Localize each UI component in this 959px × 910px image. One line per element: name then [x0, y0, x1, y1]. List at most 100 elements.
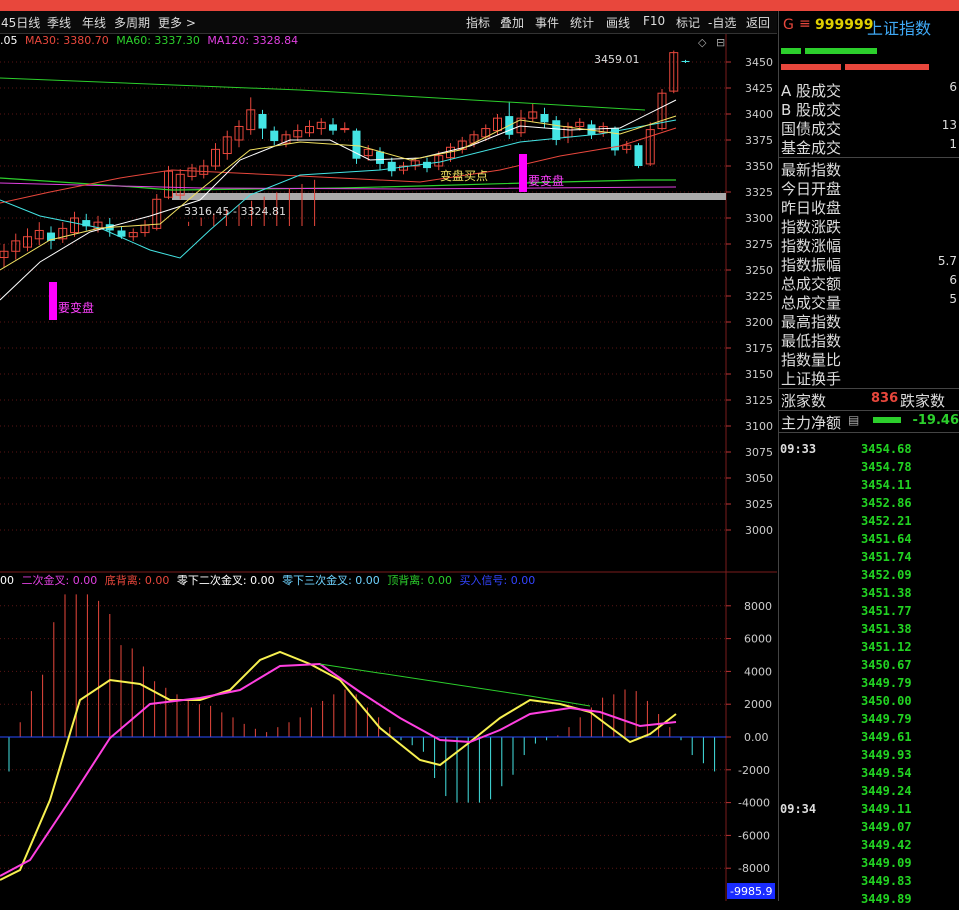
- candle-body: [423, 161, 431, 169]
- toolbar-back[interactable]: 返回: [746, 14, 770, 31]
- quote-title: G ≡ 999999 上证指数: [779, 15, 959, 38]
- price-tick-label: 3250: [745, 264, 773, 277]
- volume-bar-red-b: [845, 64, 929, 70]
- indicator-tick-label: -8000: [738, 862, 770, 875]
- candle-body: [376, 151, 384, 164]
- tick-row: 3450.67: [779, 658, 959, 676]
- row-prev-close: 昨日收盘: [781, 199, 842, 217]
- ma-legend-ma60: MA60: 3337.30: [116, 34, 200, 47]
- ind-legend-0: 00: [0, 574, 14, 587]
- toolbar-f10[interactable]: F10: [643, 14, 665, 28]
- tick-row: 09:34 3449.11: [779, 802, 959, 820]
- tick-row: 3454.78: [779, 460, 959, 478]
- price-tick-label: 3150: [745, 368, 773, 381]
- toolbar-overlay[interactable]: 叠加: [500, 14, 524, 31]
- toolbar-draw[interactable]: 画线: [606, 14, 630, 31]
- row-amplitude: 指数振幅 5.7: [781, 254, 957, 274]
- tick-price: 3451.38: [861, 586, 912, 600]
- price-tick-label: 3075: [745, 446, 773, 459]
- tick-row: 3449.24: [779, 784, 959, 802]
- top-accent-bar: [0, 0, 959, 11]
- price-tick-label: 3450: [745, 56, 773, 69]
- period-more[interactable]: 更多 >: [158, 14, 196, 31]
- tick-row: 3449.07: [779, 820, 959, 838]
- period-quarter[interactable]: 季线: [47, 14, 71, 31]
- toolbar-watchlist[interactable]: -自选: [708, 14, 736, 31]
- indicator-legend: 00 二次金叉: 0.00 底背离: 0.00 零下二次金叉: 0.00 零下三…: [0, 572, 539, 588]
- diamond-icon[interactable]: ◇: [698, 36, 706, 49]
- row-b-share: B 股成交: [781, 101, 842, 119]
- candle-body: [270, 130, 279, 142]
- kline-chart[interactable]: 3450 3425 3400 3375 3350 3325 3300 3275 3250 3225…: [0, 34, 777, 901]
- price-tick-label: 3100: [745, 420, 773, 433]
- tick-row: 3449.42: [779, 838, 959, 856]
- price-tick-label: 3000: [745, 524, 773, 537]
- ind-legend-5: 顶背离: 0.00: [387, 574, 453, 587]
- candle-body: [552, 120, 561, 140]
- g-label[interactable]: G: [783, 17, 794, 33]
- row-main-net: 主力净额 ▤ -19.46: [781, 413, 959, 432]
- tick-price: 3449.11: [861, 802, 912, 816]
- period-multi[interactable]: 多周期: [114, 14, 150, 31]
- tick-row: 3449.93: [779, 748, 959, 766]
- dif-line: [0, 650, 677, 881]
- ind-legend-4: 零下三次金叉: 0.00: [282, 574, 380, 587]
- toolbar-indicator[interactable]: 指标: [466, 14, 490, 31]
- tick-row: 3449.54: [779, 766, 959, 784]
- candle-body: [681, 60, 690, 62]
- row-a-share: A 股成交 6: [781, 80, 957, 100]
- tick-price: 3449.42: [861, 838, 912, 852]
- tick-price: 3449.79: [861, 712, 912, 726]
- divider: [779, 410, 959, 411]
- price-tick-label: 3025: [745, 498, 773, 511]
- signal-marker: [519, 154, 527, 192]
- tick-row: 3452.09: [779, 568, 959, 586]
- indicator-tick-label: 8000: [744, 600, 772, 613]
- tick-row: 3451.38: [779, 586, 959, 604]
- tick-price: 3449.89: [861, 892, 912, 906]
- period-45day[interactable]: 45日线: [1, 14, 40, 31]
- toolbar-mark[interactable]: 标记: [676, 14, 700, 31]
- divergence-line: [319, 663, 591, 707]
- signal-marker: [49, 282, 57, 320]
- toolbar-stats[interactable]: 统计: [570, 14, 594, 31]
- tick-row: 3451.74: [779, 550, 959, 568]
- toolbar-events[interactable]: 事件: [535, 14, 559, 31]
- row-open: 今日开盘: [781, 180, 842, 198]
- tick-row: 3449.89: [779, 892, 959, 910]
- security-code: 999999: [815, 17, 874, 33]
- tick-price: 3449.07: [861, 820, 912, 834]
- candle-body: [634, 145, 643, 166]
- ma-legend-ma120: MA120: 3328.84: [207, 34, 299, 47]
- security-name: 上证指数: [867, 19, 932, 38]
- tick-price: 3454.68: [861, 442, 912, 456]
- volume-bar-red-a: [781, 64, 841, 70]
- tick-row: 3449.09: [779, 856, 959, 874]
- menu-icon[interactable]: ≡: [799, 16, 811, 32]
- row-change: 指数涨跌: [781, 218, 842, 236]
- tick-row: 3449.83: [779, 874, 959, 892]
- price-tick-label: 3225: [745, 290, 773, 303]
- divider: [779, 157, 959, 158]
- indicator-tick-label: 0.00: [744, 731, 769, 744]
- period-year[interactable]: 年线: [82, 14, 106, 31]
- main-net-bar: [873, 417, 901, 423]
- divider: [779, 432, 959, 433]
- list-icon[interactable]: ▤: [848, 413, 859, 427]
- indicator-tick-label: 2000: [744, 698, 772, 711]
- indicator-tick-label: 4000: [744, 665, 772, 678]
- tick-row: 3454.11: [779, 478, 959, 496]
- candle-body: [387, 161, 396, 172]
- trend-line: [0, 77, 646, 111]
- price-tick-label: 3375: [745, 134, 773, 147]
- advancers-value: 836: [871, 391, 899, 406]
- tick-row: 3451.64: [779, 532, 959, 550]
- candle-body: [258, 114, 267, 129]
- indicator-tick-label: -4000: [738, 797, 770, 810]
- collapse-icon[interactable]: ⊟: [716, 36, 725, 49]
- signal-label: 变盘买点: [440, 168, 488, 183]
- tick-price: 3451.64: [861, 532, 912, 546]
- candle-body: [540, 114, 549, 123]
- price-tick-label: 3350: [745, 160, 773, 173]
- price-tick-label: 3175: [745, 342, 773, 355]
